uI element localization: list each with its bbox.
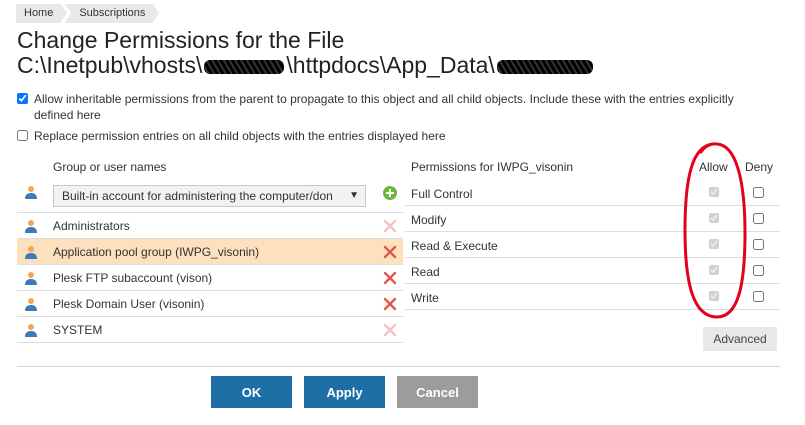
- user-name: SYSTEM: [53, 323, 103, 337]
- user-name: Application pool group (IWPG_visonin): [53, 245, 260, 259]
- user-name: Plesk FTP subaccount (vison): [53, 271, 213, 285]
- chevron-down-icon: ▼: [345, 186, 359, 206]
- page-title-path-b: \httpdocs\App_Data\: [286, 52, 495, 78]
- ok-button[interactable]: OK: [211, 376, 292, 408]
- deny-checkbox[interactable]: [753, 291, 764, 302]
- user-select-value: Built-in account for administering the c…: [62, 189, 333, 203]
- breadcrumb-subscriptions[interactable]: Subscriptions: [65, 4, 160, 23]
- allow-checkbox: [709, 291, 719, 301]
- user-list-item[interactable]: Administrators: [17, 213, 403, 239]
- permission-row: Read & Execute: [405, 232, 780, 258]
- allow-checkbox: [709, 187, 719, 197]
- user-icon: [25, 272, 37, 285]
- permission-row: Write: [405, 284, 780, 310]
- user-list-item[interactable]: Application pool group (IWPG_visonin): [17, 239, 403, 265]
- user-icon: [25, 220, 37, 233]
- remove-icon: [383, 323, 397, 337]
- page-title-path-a: C:\Inetpub\vhosts\: [17, 52, 203, 78]
- breadcrumb: Home Subscriptions: [16, 4, 160, 23]
- user-list-item[interactable]: SYSTEM: [17, 317, 403, 343]
- allow-checkbox: [709, 265, 719, 275]
- redacted-mark: [204, 59, 285, 74]
- allow-column-header: Allow: [699, 160, 728, 174]
- remove-icon[interactable]: [383, 271, 397, 285]
- user-select[interactable]: Built-in account for administering the c…: [53, 185, 366, 207]
- users-header: Group or user names: [53, 160, 167, 174]
- add-user-row: Built-in account for administering the c…: [17, 180, 403, 213]
- permissions-table: Full Control Modify Read & Execute Read Writ…: [405, 180, 780, 310]
- user-icon: [25, 246, 37, 259]
- deny-checkbox[interactable]: [753, 213, 764, 224]
- inherit-checkbox[interactable]: [17, 93, 28, 104]
- user-list-item[interactable]: Plesk FTP subaccount (vison): [17, 265, 403, 291]
- permission-label: Read & Execute: [411, 239, 498, 253]
- divider: [17, 366, 780, 367]
- permission-label: Full Control: [411, 187, 473, 201]
- remove-icon[interactable]: [383, 297, 397, 311]
- deny-checkbox[interactable]: [753, 187, 764, 198]
- allow-checkbox: [709, 213, 719, 223]
- page-title-line1: Change Permissions for the File: [17, 27, 345, 53]
- apply-button[interactable]: Apply: [304, 376, 385, 408]
- page-title: Change Permissions for the File C:\Inetp…: [17, 28, 595, 78]
- permission-row: Modify: [405, 206, 780, 232]
- deny-checkbox[interactable]: [753, 265, 764, 276]
- permission-row: Full Control: [405, 180, 780, 206]
- user-icon: [25, 186, 37, 199]
- permission-row: Read: [405, 258, 780, 284]
- user-icon: [25, 298, 37, 311]
- add-user-icon[interactable]: [383, 186, 397, 200]
- allow-checkbox: [709, 239, 719, 249]
- inherit-option: Allow inheritable permissions from the p…: [17, 91, 774, 123]
- remove-icon: [383, 219, 397, 233]
- replace-option: Replace permission entries on all child …: [17, 128, 774, 144]
- permission-label: Write: [411, 291, 439, 305]
- permissions-header: Permissions for IWPG_visonin: [411, 160, 574, 174]
- replace-label: Replace permission entries on all child …: [34, 129, 446, 143]
- cancel-button[interactable]: Cancel: [397, 376, 478, 408]
- breadcrumb-home[interactable]: Home: [16, 4, 68, 23]
- user-list-item[interactable]: Plesk Domain User (visonin): [17, 291, 403, 317]
- inherit-label: Allow inheritable permissions from the p…: [34, 92, 734, 122]
- permission-label: Read: [411, 265, 440, 279]
- user-icon: [25, 324, 37, 337]
- permission-label: Modify: [411, 213, 447, 227]
- users-list: Built-in account for administering the c…: [17, 180, 403, 343]
- user-name: Administrators: [53, 219, 130, 233]
- remove-icon[interactable]: [383, 245, 397, 259]
- user-name: Plesk Domain User (visonin): [53, 297, 205, 311]
- replace-checkbox[interactable]: [17, 130, 28, 141]
- advanced-button[interactable]: Advanced: [703, 327, 777, 351]
- deny-column-header: Deny: [745, 160, 774, 174]
- deny-checkbox[interactable]: [753, 239, 764, 250]
- redacted-mark: [496, 59, 593, 74]
